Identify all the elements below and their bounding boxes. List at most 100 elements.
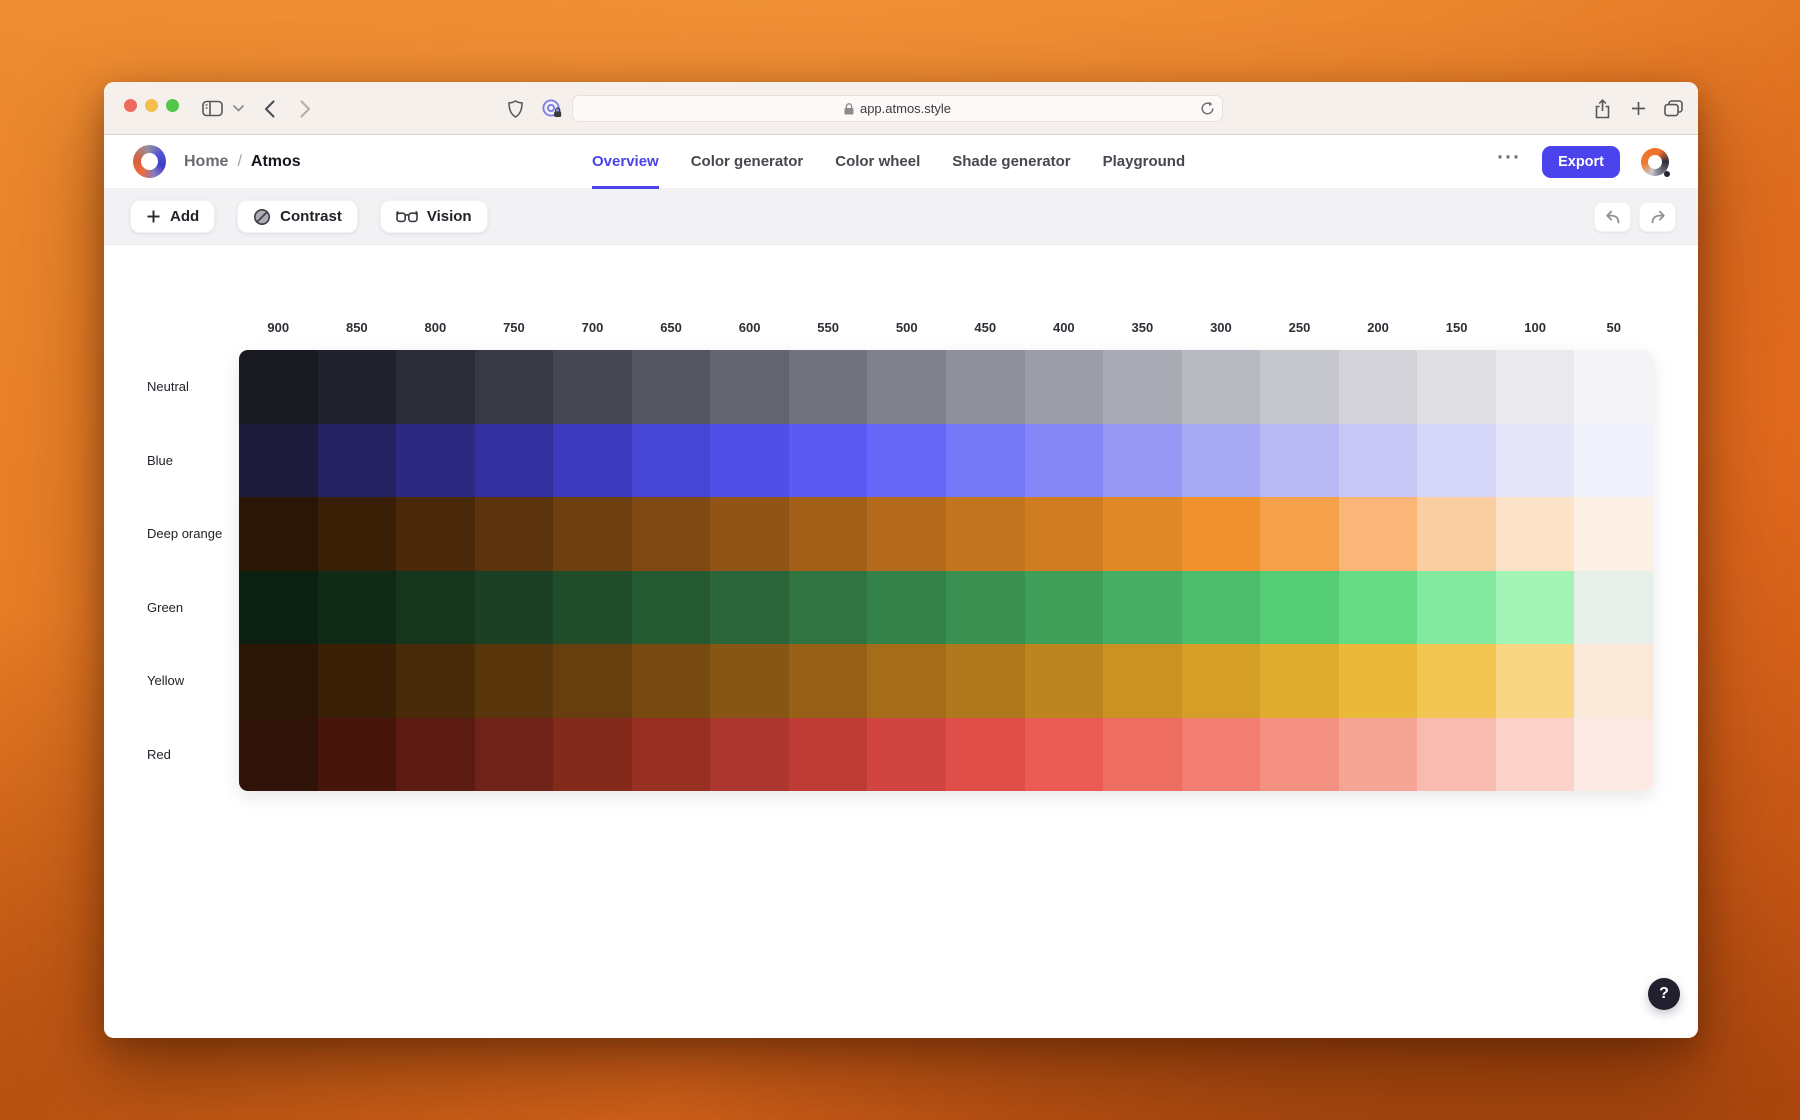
swatch-deep-orange-850[interactable] — [318, 497, 397, 571]
swatch-green-500[interactable] — [867, 571, 946, 645]
avatar[interactable] — [1641, 148, 1669, 176]
swatch-red-650[interactable] — [632, 718, 711, 792]
swatch-red-200[interactable] — [1339, 718, 1418, 792]
swatch-red-300[interactable] — [1182, 718, 1261, 792]
swatch-green-900[interactable] — [239, 571, 318, 645]
more-menu-icon[interactable]: ··· — [1497, 153, 1521, 171]
swatch-yellow-750[interactable] — [475, 644, 554, 718]
vision-button[interactable]: Vision — [380, 200, 488, 233]
swatch-deep-orange-800[interactable] — [396, 497, 475, 571]
swatch-deep-orange-750[interactable] — [475, 497, 554, 571]
swatch-yellow-600[interactable] — [710, 644, 789, 718]
swatch-neutral-150[interactable] — [1417, 350, 1496, 424]
swatch-red-50[interactable] — [1574, 718, 1653, 792]
swatch-deep-orange-450[interactable] — [946, 497, 1025, 571]
swatch-yellow-550[interactable] — [789, 644, 868, 718]
swatch-blue-50[interactable] — [1574, 424, 1653, 498]
swatch-green-700[interactable] — [553, 571, 632, 645]
swatch-green-450[interactable] — [946, 571, 1025, 645]
swatch-red-150[interactable] — [1417, 718, 1496, 792]
swatch-deep-orange-200[interactable] — [1339, 497, 1418, 571]
swatch-deep-orange-500[interactable] — [867, 497, 946, 571]
swatch-yellow-900[interactable] — [239, 644, 318, 718]
swatch-yellow-350[interactable] — [1103, 644, 1182, 718]
swatch-yellow-100[interactable] — [1496, 644, 1575, 718]
swatch-blue-900[interactable] — [239, 424, 318, 498]
minimize-button[interactable] — [145, 99, 158, 112]
swatch-blue-600[interactable] — [710, 424, 789, 498]
swatch-neutral-450[interactable] — [946, 350, 1025, 424]
swatch-neutral-100[interactable] — [1496, 350, 1575, 424]
tab-color-generator[interactable]: Color generator — [691, 135, 804, 189]
reload-icon[interactable] — [1200, 101, 1215, 116]
contrast-button[interactable]: Contrast — [237, 200, 358, 233]
swatch-neutral-900[interactable] — [239, 350, 318, 424]
swatch-green-600[interactable] — [710, 571, 789, 645]
swatch-red-900[interactable] — [239, 718, 318, 792]
swatch-yellow-300[interactable] — [1182, 644, 1261, 718]
swatch-blue-100[interactable] — [1496, 424, 1575, 498]
swatch-red-750[interactable] — [475, 718, 554, 792]
swatch-deep-orange-50[interactable] — [1574, 497, 1653, 571]
swatch-red-350[interactable] — [1103, 718, 1182, 792]
swatch-neutral-50[interactable] — [1574, 350, 1653, 424]
swatch-blue-550[interactable] — [789, 424, 868, 498]
swatch-yellow-800[interactable] — [396, 644, 475, 718]
swatch-blue-150[interactable] — [1417, 424, 1496, 498]
swatch-green-200[interactable] — [1339, 571, 1418, 645]
swatch-red-800[interactable] — [396, 718, 475, 792]
swatch-neutral-200[interactable] — [1339, 350, 1418, 424]
tab-playground[interactable]: Playground — [1103, 135, 1186, 189]
swatch-neutral-800[interactable] — [396, 350, 475, 424]
swatch-deep-orange-700[interactable] — [553, 497, 632, 571]
zoom-button[interactable] — [166, 99, 179, 112]
swatch-green-400[interactable] — [1025, 571, 1104, 645]
swatch-red-550[interactable] — [789, 718, 868, 792]
tab-color-wheel[interactable]: Color wheel — [835, 135, 920, 189]
swatch-blue-800[interactable] — [396, 424, 475, 498]
address-bar[interactable]: app.atmos.style — [572, 95, 1223, 122]
swatch-neutral-850[interactable] — [318, 350, 397, 424]
back-icon[interactable] — [264, 82, 275, 135]
swatch-deep-orange-650[interactable] — [632, 497, 711, 571]
swatch-blue-750[interactable] — [475, 424, 554, 498]
swatch-green-850[interactable] — [318, 571, 397, 645]
export-button[interactable]: Export — [1542, 146, 1620, 178]
swatch-deep-orange-600[interactable] — [710, 497, 789, 571]
redo-button[interactable] — [1639, 202, 1676, 232]
extension-lock-icon[interactable] — [542, 82, 563, 135]
sidebar-toggle-icon[interactable] — [202, 82, 223, 135]
swatch-neutral-550[interactable] — [789, 350, 868, 424]
swatch-green-800[interactable] — [396, 571, 475, 645]
swatch-yellow-500[interactable] — [867, 644, 946, 718]
swatch-yellow-200[interactable] — [1339, 644, 1418, 718]
swatch-yellow-850[interactable] — [318, 644, 397, 718]
help-button[interactable]: ? — [1648, 978, 1680, 1010]
swatch-red-700[interactable] — [553, 718, 632, 792]
swatch-green-750[interactable] — [475, 571, 554, 645]
swatch-red-250[interactable] — [1260, 718, 1339, 792]
swatch-deep-orange-250[interactable] — [1260, 497, 1339, 571]
swatch-neutral-750[interactable] — [475, 350, 554, 424]
tab-overview-icon[interactable] — [1664, 82, 1683, 135]
swatch-blue-450[interactable] — [946, 424, 1025, 498]
forward-icon[interactable] — [300, 82, 311, 135]
swatch-blue-300[interactable] — [1182, 424, 1261, 498]
swatch-deep-orange-400[interactable] — [1025, 497, 1104, 571]
swatch-neutral-500[interactable] — [867, 350, 946, 424]
swatch-yellow-650[interactable] — [632, 644, 711, 718]
swatch-deep-orange-350[interactable] — [1103, 497, 1182, 571]
swatch-deep-orange-900[interactable] — [239, 497, 318, 571]
swatch-blue-500[interactable] — [867, 424, 946, 498]
swatch-blue-650[interactable] — [632, 424, 711, 498]
breadcrumb-home[interactable]: Home — [184, 153, 228, 171]
swatch-red-600[interactable] — [710, 718, 789, 792]
swatch-green-150[interactable] — [1417, 571, 1496, 645]
swatch-green-50[interactable] — [1574, 571, 1653, 645]
swatch-blue-850[interactable] — [318, 424, 397, 498]
swatch-deep-orange-100[interactable] — [1496, 497, 1575, 571]
close-button[interactable] — [124, 99, 137, 112]
swatch-green-100[interactable] — [1496, 571, 1575, 645]
swatch-yellow-400[interactable] — [1025, 644, 1104, 718]
swatch-blue-700[interactable] — [553, 424, 632, 498]
